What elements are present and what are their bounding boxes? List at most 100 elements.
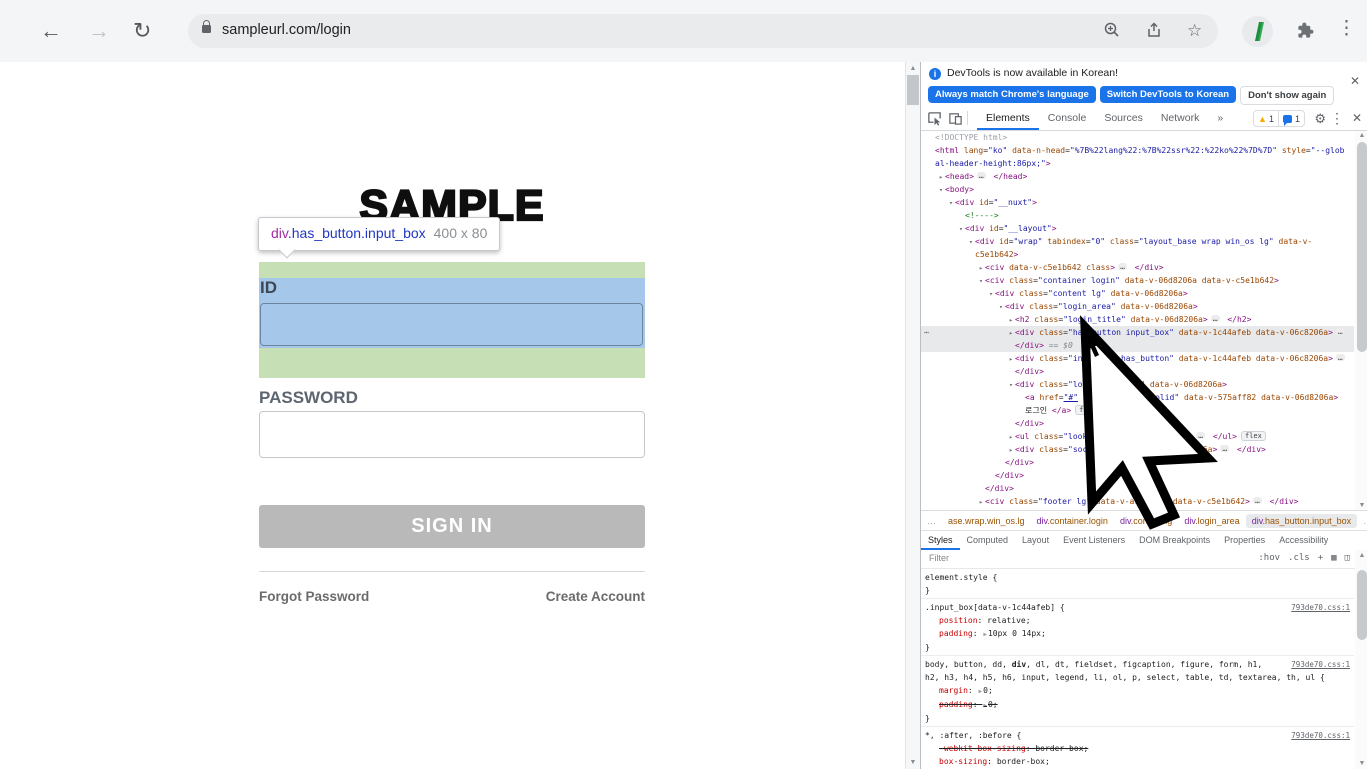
expand-ellipsis[interactable]: … <box>1336 354 1345 361</box>
breadcrumb-item[interactable]: div.container.login <box>1031 514 1114 528</box>
dom-tree-node[interactable]: </div> == $0 <box>921 339 1354 352</box>
class-toggle[interactable]: .cls <box>1288 553 1310 563</box>
dom-tree-node[interactable]: <a href="#" class="btn xl solid" data-v-… <box>921 391 1354 404</box>
dom-tree-node[interactable]: ▸<ul class="look_box" data-v-06d8206a>… … <box>921 430 1354 443</box>
create-account-link[interactable]: Create Account <box>546 589 645 604</box>
pseudo-state-toggle[interactable]: :hov <box>1258 553 1280 563</box>
styles-panel-tab-computed[interactable]: Computed <box>960 531 1016 550</box>
css-property[interactable]: -webkit-box-sizing: border-box; <box>925 742 1350 755</box>
node-menu-icon[interactable]: ⋯ <box>924 326 929 339</box>
tab-elements[interactable]: Elements <box>977 107 1039 130</box>
inspect-element-icon[interactable] <box>927 111 942 131</box>
tab-sources[interactable]: Sources <box>1095 107 1152 130</box>
breadcrumb-item[interactable]: div.login_area <box>1178 514 1245 528</box>
expand-ellipsis[interactable]: … <box>1118 263 1127 270</box>
rendering-icon[interactable]: ▦ <box>1331 553 1336 563</box>
id-input[interactable] <box>260 303 643 346</box>
dom-tree-node[interactable]: ▾<div class="login_btn_area" data-v-06d8… <box>921 378 1354 391</box>
page-scrollbar[interactable]: ▲ ▼ <box>905 62 920 769</box>
dom-tree-node[interactable]: ⋯▸<div class="has_button input_box" data… <box>921 326 1354 339</box>
dom-tree-node[interactable]: 로그인 </a>flex <box>921 404 1354 417</box>
dom-tree-node[interactable]: </div> <box>921 482 1354 495</box>
breadcrumb-item[interactable]: … <box>921 514 942 528</box>
expand-ellipsis[interactable]: … <box>1336 328 1345 335</box>
dom-tree-node[interactable]: </div> <box>921 469 1354 482</box>
dom-tree-node[interactable]: </div> <box>921 365 1354 378</box>
flex-badge[interactable]: flex <box>1075 405 1100 415</box>
elements-scrollbar-thumb[interactable] <box>1357 142 1367 352</box>
devtools-close-icon[interactable]: ✕ <box>1352 111 1362 125</box>
scroll-down-icon[interactable]: ▼ <box>1355 760 1367 767</box>
styles-filter-input[interactable]: Filter <box>929 553 949 563</box>
css-property[interactable]: box-sizing: border-box; <box>925 755 1350 768</box>
dom-tree-node[interactable]: c5e1b642> <box>921 248 1354 261</box>
css-property[interactable]: position: relative; <box>925 614 1350 627</box>
password-input[interactable] <box>259 411 645 458</box>
scroll-up-icon[interactable]: ▲ <box>906 65 920 72</box>
extension-avatar-icon[interactable] <box>1242 16 1273 47</box>
breadcrumb-item[interactable]: ase.wrap.win_os.lg <box>942 514 1031 528</box>
breadcrumb-item[interactable]: … <box>1357 514 1367 528</box>
share-icon[interactable] <box>1145 21 1163 39</box>
scroll-down-icon[interactable]: ▼ <box>1355 502 1367 509</box>
browser-menu-icon[interactable]: ⋮ <box>1337 17 1356 40</box>
dom-tree-node[interactable]: ▸<h2 class="login_title" data-v-06d8206a… <box>921 313 1354 326</box>
zoom-icon[interactable] <box>1103 21 1121 39</box>
flex-badge[interactable]: flex <box>1241 431 1266 441</box>
dom-tree-node[interactable]: <!----> <box>921 209 1354 222</box>
scroll-down-icon[interactable]: ▼ <box>906 759 920 766</box>
dom-tree-node[interactable]: ▸<div class="input_box has_button" data-… <box>921 352 1354 365</box>
expand-ellipsis[interactable]: … <box>1220 445 1229 452</box>
stylesheet-link[interactable]: 793de70.css:1 <box>1291 658 1350 671</box>
stylesheet-link[interactable]: 793de70.css:1 <box>1291 729 1350 742</box>
dom-tree-node[interactable]: <html lang="ko" data-n-head="%7B%22lang%… <box>921 144 1354 157</box>
styles-panel-tab-layout[interactable]: Layout <box>1015 531 1056 550</box>
expand-ellipsis[interactable]: … <box>977 172 986 179</box>
dom-tree-node[interactable]: ▸<head>… </head> <box>921 170 1354 183</box>
switch-korean-button[interactable]: Switch DevTools to Korean <box>1100 86 1236 103</box>
warnings-badge[interactable]: ▲1 <box>1253 110 1279 127</box>
extensions-puzzle-icon[interactable] <box>1296 21 1315 45</box>
styles-panel-tab-styles[interactable]: Styles <box>921 531 960 550</box>
styles-scrollbar-thumb[interactable] <box>1357 570 1367 640</box>
styles-panel-tab-accessibility[interactable]: Accessibility <box>1272 531 1335 550</box>
new-style-rule-button[interactable]: + <box>1318 553 1323 563</box>
styles-panel-tab-event-listeners[interactable]: Event Listeners <box>1056 531 1132 550</box>
bookmark-star-icon[interactable]: ☆ <box>1187 22 1205 40</box>
dont-show-again-button[interactable]: Don't show again <box>1240 86 1334 105</box>
devtools-menu-icon[interactable]: ⋮ <box>1330 110 1344 127</box>
dom-tree-node[interactable]: ▸<civ data-v-c5e1b642 class>… </div> <box>921 261 1354 274</box>
forward-icon[interactable]: → <box>88 16 110 46</box>
dom-tree-node[interactable]: </div> <box>921 456 1354 469</box>
dom-tree-node[interactable]: ▾<body> <box>921 183 1354 196</box>
device-toolbar-icon[interactable] <box>948 111 963 131</box>
dom-tree-node[interactable]: ▾<civ class="container login" data-v-06d… <box>921 274 1354 287</box>
address-bar[interactable]: sampleurl.com/login ☆ <box>188 14 1218 48</box>
dom-tree-node[interactable]: <!DOCTYPE html> <box>921 131 1354 144</box>
more-tabs-icon[interactable]: » <box>1208 107 1232 130</box>
dom-tree-node[interactable]: al-header-height:86px;"> <box>921 157 1354 170</box>
expand-ellipsis[interactable]: … <box>1253 497 1262 504</box>
dom-tree-node[interactable]: ▸<div class="social_login" data-v-06d820… <box>921 443 1354 456</box>
notification-close-icon[interactable]: ✕ <box>1350 74 1360 88</box>
dom-tree-node[interactable]: ▸<civ class="footer lg" data-v-a1b8206a … <box>921 495 1354 508</box>
elements-scrollbar[interactable]: ▲ ▼ <box>1355 131 1367 510</box>
stylesheet-link[interactable]: 793de70.css:1 <box>1291 601 1350 614</box>
css-property[interactable]: margin: ▶0; <box>925 684 1350 698</box>
sidebar-toggle-icon[interactable]: ◫ <box>1345 553 1350 563</box>
issues-badge[interactable]: 1 <box>1279 110 1305 127</box>
styles-panel-tab-dom-breakpoints[interactable]: DOM Breakpoints <box>1132 531 1217 550</box>
scroll-up-icon[interactable]: ▲ <box>1355 132 1367 139</box>
styles-scrollbar[interactable]: ▲ ▼ <box>1355 550 1367 769</box>
dom-tree-node[interactable]: ▾<div class="login_area" data-v-06d8206a… <box>921 300 1354 313</box>
sign-in-button[interactable]: SIGN IN <box>259 505 645 548</box>
expand-ellipsis[interactable]: … <box>1196 432 1205 439</box>
dom-tree-node[interactable]: ▾<div id="wrap" tabindex="0" class="layo… <box>921 235 1354 248</box>
styles-panel-tab-properties[interactable]: Properties <box>1217 531 1272 550</box>
dom-tree-node[interactable]: ▾<div id="__layout"> <box>921 222 1354 235</box>
reload-icon[interactable]: ↻ <box>133 16 151 46</box>
page-scrollbar-thumb[interactable] <box>907 75 919 105</box>
tab-network[interactable]: Network <box>1152 107 1209 130</box>
back-icon[interactable]: ← <box>40 16 62 46</box>
dom-tree-node[interactable]: </div> <box>921 417 1354 430</box>
